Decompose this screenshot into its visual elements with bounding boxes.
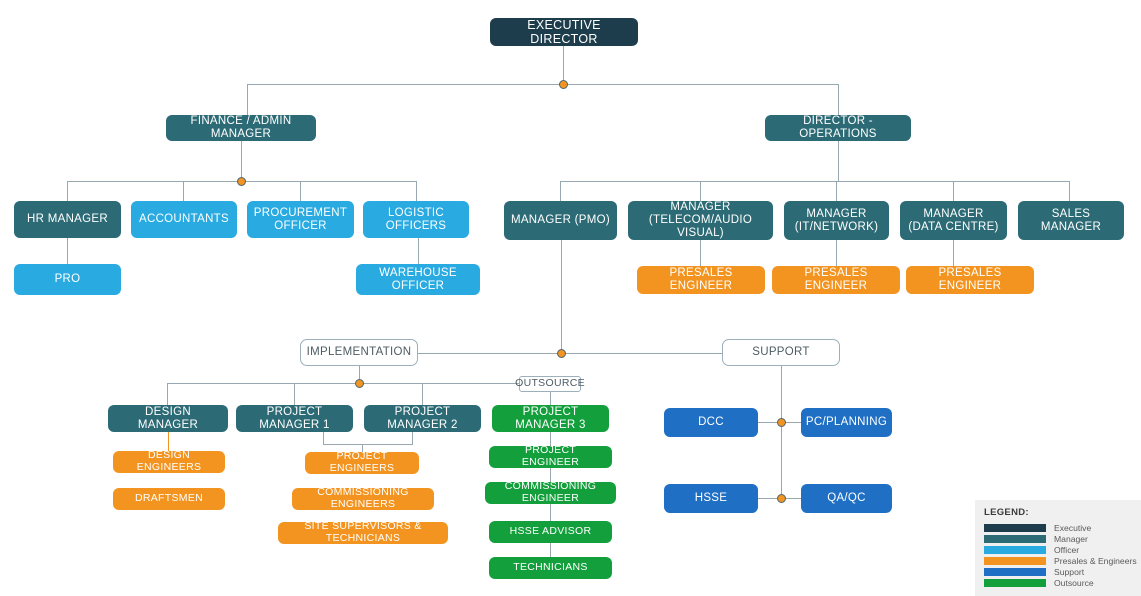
node-hsse[interactable]: HSSE: [664, 484, 758, 513]
connector-finance-logistic: [416, 181, 417, 201]
node-outsource[interactable]: OUTSOURCE: [515, 376, 585, 392]
node-dcc[interactable]: DCC: [664, 408, 758, 437]
connector-ops-it: [836, 181, 837, 201]
connector-finance-hr: [67, 181, 68, 201]
node-design-engineers[interactable]: DESIGN ENGINEERS: [113, 449, 225, 473]
node-presales-engineer-1[interactable]: PRESALES ENGINEER: [637, 266, 765, 294]
node-site-supervisors-technicians[interactable]: SITE SUPERVISORS & TECHNICIANS: [278, 520, 448, 544]
node-presales-engineer-2[interactable]: PRESALES ENGINEER: [772, 266, 900, 294]
connector-outsource-pm3: [550, 392, 551, 405]
node-presales-engineer-3[interactable]: PRESALES ENGINEER: [906, 266, 1034, 294]
node-accountants[interactable]: ACCOUNTANTS: [131, 201, 237, 238]
legend-swatch: [984, 579, 1046, 587]
connector-ops-sales: [1069, 181, 1070, 201]
junction-dot-implementation: [355, 379, 364, 388]
node-technicians[interactable]: TECHNICIANS: [489, 557, 612, 579]
node-implementation[interactable]: IMPLEMENTATION: [300, 339, 418, 366]
node-draftsmen[interactable]: DRAFTSMEN: [113, 488, 225, 510]
legend-item: Officer: [984, 545, 1132, 555]
connector-hr-pro: [67, 238, 68, 264]
connector-pm2-down: [412, 432, 413, 444]
connector-datacentre-presales: [953, 240, 954, 266]
legend-swatch: [984, 568, 1046, 576]
node-warehouse-officer[interactable]: WAREHOUSE OFFICER: [356, 264, 480, 295]
junction-dot-support-bottom: [777, 494, 786, 503]
legend-swatch: [984, 557, 1046, 565]
legend-item: Manager: [984, 534, 1132, 544]
connector-impl-pm1: [294, 383, 295, 405]
node-manager-pmo[interactable]: MANAGER (PMO): [504, 201, 617, 240]
connector-pmo-down: [561, 240, 562, 353]
node-pc-planning[interactable]: PC/PLANNING: [801, 408, 892, 437]
node-support[interactable]: SUPPORT: [722, 339, 840, 366]
connector-operations-down: [838, 139, 839, 181]
node-executive-director[interactable]: EXECUTIVE DIRECTOR: [490, 18, 638, 46]
node-qa-qc[interactable]: QA/QC: [801, 484, 892, 513]
legend-swatch: [984, 546, 1046, 554]
junction-dot-support-top: [777, 418, 786, 427]
junction-dot-pmo: [557, 349, 566, 358]
connector-impl-design-manager: [167, 383, 168, 405]
legend-label: Presales & Engineers: [1054, 556, 1137, 566]
connector-ops-pmo: [560, 181, 561, 201]
node-hsse-advisor[interactable]: HSSE ADVISOR: [489, 521, 612, 543]
node-procurement-officer[interactable]: PROCUREMENT OFFICER: [247, 201, 354, 238]
connector-impl-pm2: [422, 383, 423, 405]
connector-exec-bus: [247, 84, 839, 85]
node-project-engineers[interactable]: PROJECT ENGINEERS: [305, 450, 419, 474]
connector-telecom-presales: [700, 240, 701, 266]
junction-dot-finance: [237, 177, 246, 186]
node-director-operations[interactable]: DIRECTOR - OPERATIONS: [765, 115, 911, 141]
connector-logistic-warehouse: [418, 238, 419, 264]
legend-label: Officer: [1054, 545, 1080, 555]
node-commissioning-engineer[interactable]: COMMISSIONING ENGINEER: [485, 480, 616, 504]
legend-item: Executive: [984, 523, 1132, 533]
legend-item: Outsource: [984, 578, 1132, 588]
connector-ops-telecom: [700, 181, 701, 201]
connector-it-presales: [836, 240, 837, 266]
connector-pm-merge: [323, 444, 413, 445]
node-project-manager-3[interactable]: PROJECT MANAGER 3: [492, 405, 609, 432]
node-project-manager-1[interactable]: PROJECT MANAGER 1: [236, 405, 353, 432]
node-pro[interactable]: PRO: [14, 264, 121, 295]
node-project-engineer[interactable]: PROJECT ENGINEER: [489, 444, 612, 468]
legend-swatch: [984, 535, 1046, 543]
legend-title: LEGEND:: [984, 507, 1029, 518]
node-finance-admin-manager[interactable]: FINANCE / ADMIN MANAGER: [166, 115, 316, 141]
legend-label: Outsource: [1054, 578, 1094, 588]
connector-exec-to-operations: [838, 84, 839, 115]
connector-support-spine: [781, 422, 782, 498]
junction-dot-exec: [559, 80, 568, 89]
node-commissioning-engineers[interactable]: COMMISSIONING ENGINEERS: [292, 486, 434, 510]
node-manager-it-network[interactable]: MANAGER (IT/NETWORK): [784, 201, 889, 240]
node-logistic-officers[interactable]: LOGISTIC OFFICERS: [363, 201, 469, 238]
connector-exec-down: [563, 46, 564, 84]
connector-operations-bus: [560, 181, 1070, 182]
connector-ops-datacentre: [953, 181, 954, 201]
connector-design-manager-engineers: [168, 432, 169, 451]
legend-label: Support: [1054, 567, 1085, 577]
legend-item: Support: [984, 567, 1132, 577]
legend-rows: Executive Manager Officer Presales & Engine…: [984, 523, 1137, 588]
org-chart-canvas: EXECUTIVE DIRECTOR FINANCE / ADMIN MANAG…: [0, 0, 1141, 596]
legend-item: Presales & Engineers: [984, 556, 1137, 566]
node-project-manager-2[interactable]: PROJECT MANAGER 2: [364, 405, 481, 432]
node-sales-manager[interactable]: SALES MANAGER: [1018, 201, 1124, 240]
node-manager-telecom-audio-visual[interactable]: MANAGER (TELECOM/AUDIO VISUAL): [628, 201, 773, 240]
connector-finance-down: [241, 139, 242, 181]
legend-label: Executive: [1054, 523, 1092, 533]
connector-finance-accountants: [183, 181, 184, 201]
connector-finance-procurement: [300, 181, 301, 201]
legend-swatch: [984, 524, 1046, 532]
legend-label: Manager: [1054, 534, 1088, 544]
node-manager-data-centre[interactable]: MANAGER (DATA CENTRE): [900, 201, 1007, 240]
connector-pm1-down: [323, 432, 324, 444]
connector-exec-to-finance: [247, 84, 248, 115]
connector-support-down: [781, 366, 782, 422]
legend-panel: LEGEND: Executive Manager Officer Presales …: [975, 500, 1141, 596]
node-hr-manager[interactable]: HR MANAGER: [14, 201, 121, 238]
node-design-manager[interactable]: DESIGN MANAGER: [108, 405, 228, 432]
